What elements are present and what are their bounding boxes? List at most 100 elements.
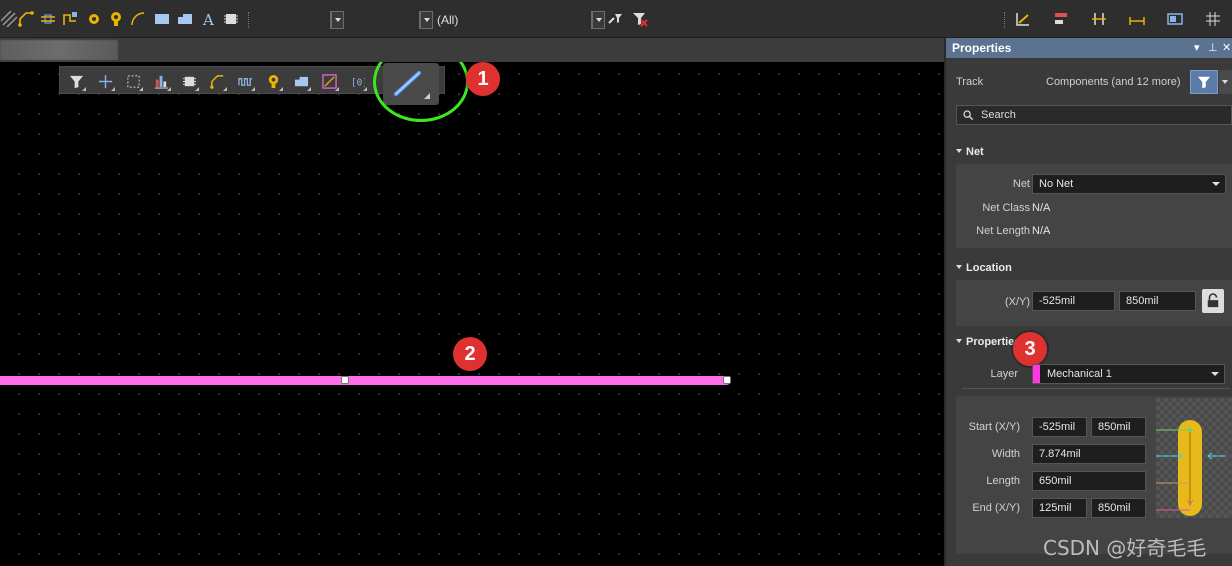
mask-combo[interactable] — [591, 11, 605, 29]
pin-icon[interactable]: ⊥ — [1208, 41, 1218, 54]
snap-icon[interactable] — [1014, 10, 1032, 28]
net-length-label: Net Length — [976, 225, 1030, 237]
filter-dropdown[interactable] — [1219, 70, 1232, 94]
lock-icon — [1207, 293, 1219, 308]
dropdown-corner-icon — [139, 87, 143, 91]
chevron-down-icon — [331, 12, 343, 28]
dropdown-corner-icon — [335, 87, 339, 91]
dropdown-corner-icon — [223, 87, 227, 91]
toolbar-separator — [248, 12, 250, 28]
location-x-field[interactable]: -525mil — [1032, 291, 1115, 311]
component-icon[interactable] — [222, 10, 240, 28]
dropdown-corner-icon — [363, 87, 367, 91]
arc-icon[interactable] — [129, 10, 147, 28]
lock-button[interactable] — [1202, 289, 1224, 313]
filter-icon — [1197, 76, 1211, 89]
layer-label: Layer — [990, 368, 1018, 380]
watermark: CSDN @好奇毛毛 — [1043, 536, 1207, 560]
select-filter-icon[interactable] — [606, 10, 624, 28]
length-label: Length — [986, 475, 1020, 487]
dropdown-corner-icon — [307, 87, 311, 91]
net-length-value: N/A — [1032, 225, 1051, 237]
filter-button[interactable] — [1190, 70, 1218, 94]
location-y-field[interactable]: 850mil — [1119, 291, 1196, 311]
svg-text:A: A — [202, 11, 214, 27]
layer-value: Mechanical 1 — [1047, 368, 1112, 380]
chevron-down-icon — [1212, 182, 1220, 186]
start-x-field[interactable]: -525mil — [1032, 417, 1087, 437]
distribute-icon[interactable] — [1090, 10, 1108, 28]
fill-icon[interactable] — [153, 10, 171, 28]
via-icon[interactable] — [85, 10, 103, 28]
dropdown-corner-icon — [279, 87, 283, 91]
chevron-down-icon — [1222, 80, 1228, 84]
width-field[interactable]: 7.874mil — [1032, 444, 1146, 464]
dropdown-corner-icon — [167, 87, 171, 91]
badge-1: 1 — [466, 62, 500, 96]
divider — [962, 388, 1230, 389]
pad-icon[interactable] — [107, 10, 125, 28]
highlight-circle — [373, 62, 469, 122]
properties-section-header[interactable]: Properties — [956, 336, 1020, 348]
net-class-value: N/A — [1032, 202, 1051, 214]
start-label: Start (X/Y) — [968, 421, 1020, 433]
grid-icon[interactable] — [1204, 10, 1222, 28]
filter-combo-value[interactable]: (All) — [437, 13, 458, 27]
search-input[interactable]: Search — [956, 105, 1232, 125]
track-geometry-section: Start (X/Y) -525mil 850mil Width 7.874mi… — [956, 396, 1232, 554]
clear-filter-icon[interactable] — [631, 10, 649, 28]
room-icon[interactable] — [1166, 10, 1184, 28]
multi-route-icon[interactable] — [61, 10, 79, 28]
region-icon[interactable] — [176, 10, 194, 28]
end-x-field[interactable]: 125mil — [1032, 498, 1087, 518]
filter-combo-dropdown[interactable] — [419, 11, 433, 29]
track-diagram-icon — [1156, 398, 1232, 518]
net-section: Net No Net Net Class N/A Net Length N/A — [956, 164, 1232, 248]
pcb-canvas[interactable]: [0] 1 2 — [0, 62, 944, 566]
document-tab-strip — [0, 38, 944, 62]
chevron-down-icon — [420, 12, 432, 28]
diagonal-hatch-icon[interactable] — [0, 10, 18, 28]
main-toolbar: A (All) — [0, 0, 1232, 38]
badge-2: 2 — [453, 337, 487, 371]
chevron-down-icon — [592, 12, 604, 28]
end-label: End (X/Y) — [972, 502, 1020, 514]
net-select[interactable]: No Net — [1032, 174, 1226, 194]
close-icon[interactable]: ✕ — [1222, 41, 1231, 54]
width-label: Width — [991, 448, 1020, 460]
net-value: No Net — [1039, 178, 1074, 190]
net-label: Net — [1012, 178, 1030, 190]
toolbar-separator — [1004, 12, 1006, 28]
search-icon — [963, 110, 974, 121]
pcb-track[interactable] — [0, 376, 731, 385]
document-tab[interactable] — [0, 40, 118, 60]
location-section: (X/Y) -525mil 850mil — [956, 280, 1232, 326]
net-section-header[interactable]: Net — [956, 146, 984, 158]
selection-summary: Components (and 12 more) — [1046, 76, 1181, 88]
panel-menu-icon[interactable]: ▾ — [1194, 41, 1200, 54]
net-class-label: Net Class — [982, 202, 1030, 214]
differential-pair-icon[interactable] — [39, 10, 57, 28]
panel-title: Properties — [952, 41, 1012, 55]
search-placeholder: Search — [981, 109, 1016, 121]
track-midpoint-handle[interactable] — [341, 376, 349, 384]
chevron-down-icon — [1211, 372, 1219, 376]
location-section-header[interactable]: Location — [956, 262, 1012, 274]
text-icon[interactable]: A — [200, 10, 218, 28]
length-field[interactable]: 650mil — [1032, 471, 1146, 491]
dropdown-corner-icon — [251, 87, 255, 91]
location-xy-label: (X/Y) — [1004, 296, 1030, 308]
panel-header: Properties ▾ ⊥ ✕ — [946, 38, 1232, 58]
end-y-field[interactable]: 850mil — [1091, 498, 1146, 518]
dropdown-corner-icon — [82, 87, 86, 91]
dropdown-corner-icon — [195, 87, 199, 91]
track-end-handle[interactable] — [723, 376, 731, 384]
layer-combo[interactable] — [330, 11, 344, 29]
start-y-field[interactable]: 850mil — [1091, 417, 1146, 437]
interactive-route-icon[interactable] — [17, 10, 35, 28]
badge-3: 3 — [1013, 332, 1047, 366]
dimension-icon[interactable] — [1128, 10, 1146, 28]
dropdown-corner-icon — [111, 87, 115, 91]
align-icon[interactable] — [1052, 10, 1070, 28]
layer-select[interactable]: Mechanical 1 — [1032, 364, 1225, 384]
